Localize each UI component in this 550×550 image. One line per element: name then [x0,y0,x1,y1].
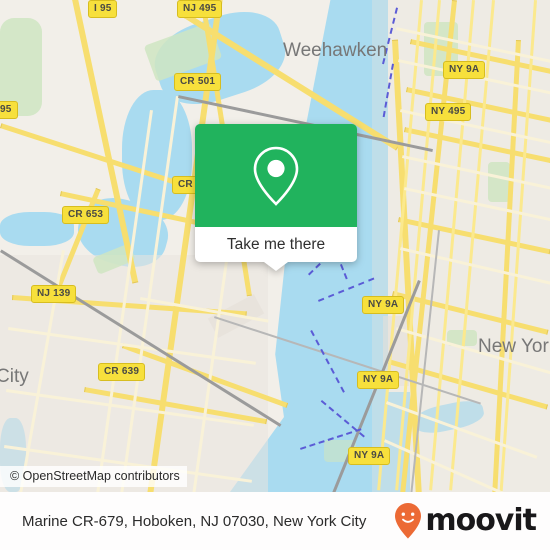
highway-shield: 95 [0,101,18,119]
highway-shield: NJ 495 [177,0,223,18]
osm-attribution[interactable]: © OpenStreetMap contributors [0,466,187,487]
footer-bar: Marine CR-679, Hoboken, NJ 07030, New Yo… [0,492,550,550]
take-me-there-label: Take me there [226,235,326,253]
map-pin-icon [253,146,299,206]
location-popup[interactable]: Take me there [195,124,357,271]
highway-shield: NY 9A [357,371,400,389]
place-label: Weehawken [283,40,388,61]
highway-shield: NY 9A [348,447,391,465]
highway-shield: NJ 139 [31,285,77,303]
highway-shield: NY 9A [362,296,405,314]
park-small-1 [488,162,510,202]
take-me-there-button[interactable]: Take me there [195,227,357,262]
highway-shield: CR 639 [98,363,146,381]
highway-shield: NY 495 [425,103,472,121]
popup-tail [264,262,288,271]
place-label: City [0,366,29,387]
address-label: Marine CR-679, Hoboken, NJ 07030, New Yo… [22,512,367,530]
highway-shield: CR 501 [174,73,222,91]
moovit-wordmark: moovit [425,503,537,538]
moovit-logo[interactable]: moovit [393,502,537,540]
moovit-pin-smiley-icon [395,503,422,539]
highway-shield: NY 9A [443,61,486,79]
highway-shield: CR 653 [62,206,110,224]
popup-icon-area [195,124,357,227]
highway-shield: I 95 [88,0,118,18]
place-label: New York [478,336,550,357]
